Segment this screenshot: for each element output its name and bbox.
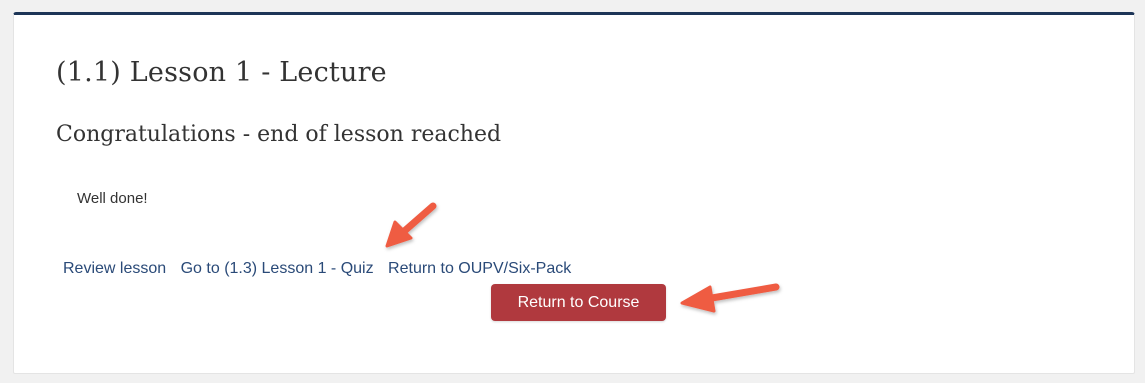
lesson-card: (1.1) Lesson 1 - Lecture Congratulations…	[13, 12, 1135, 374]
red-arrow-icon	[680, 283, 780, 313]
lesson-complete-page: (1.1) Lesson 1 - Lecture Congratulations…	[0, 0, 1145, 383]
end-of-lesson-heading: Congratulations - end of lesson reached	[56, 122, 502, 147]
review-lesson-link[interactable]: Review lesson	[63, 260, 166, 277]
lesson-navigation-links: Review lesson Go to (1.3) Lesson 1 - Qui…	[63, 260, 581, 278]
return-to-oupv-link[interactable]: Return to OUPV/Six-Pack	[388, 260, 571, 277]
well-done-message: Well done!	[77, 190, 148, 207]
red-arrow-icon	[385, 202, 437, 248]
go-to-quiz-link[interactable]: Go to (1.3) Lesson 1 - Quiz	[181, 260, 374, 277]
return-to-course-button[interactable]: Return to Course	[491, 284, 666, 321]
page-title: (1.1) Lesson 1 - Lecture	[56, 57, 387, 88]
